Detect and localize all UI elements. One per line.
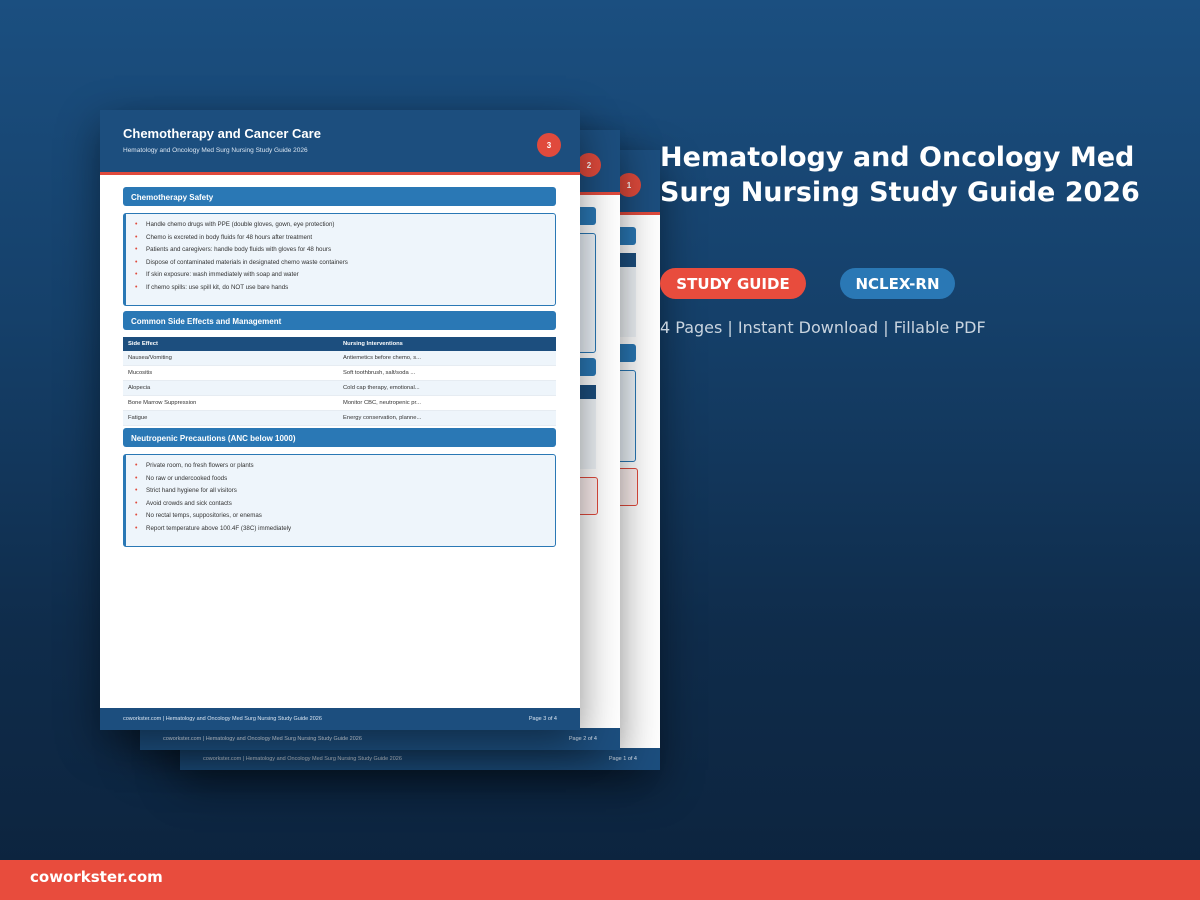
bullet-icon: • — [135, 524, 138, 532]
list-item: • Private room, no fresh flowers or plant… — [134, 460, 555, 473]
section-heading-side-effects: Common Side Effects and Management — [123, 311, 556, 330]
page-footer: coworkster.com | Hematology and Oncology… — [180, 748, 660, 770]
list-item: • Report temperature above 100.4F (38C) i… — [134, 523, 555, 536]
table-row: Fatigue Energy conservation, planne... — [123, 410, 556, 426]
table-row: Bone Marrow Suppression Monitor CBC, neu… — [123, 395, 556, 411]
page-number-badge: 1 — [617, 173, 641, 197]
table-row: Alopecia Cold cap therapy, emotional... — [123, 380, 556, 396]
page-preview-3: Chemotherapy and Cancer Care Hematology … — [100, 110, 580, 730]
page-title: Chemotherapy and Cancer Care — [123, 126, 321, 141]
table-cell: Energy conservation, planne... — [338, 410, 556, 426]
list-item: • Patients and caregivers: handle body fl… — [134, 244, 555, 257]
product-title: Hematology and Oncology Med Surg Nursing… — [660, 142, 1140, 208]
table-cell: Cold cap therapy, emotional... — [338, 380, 556, 396]
bullet-icon: • — [135, 246, 138, 253]
bullet-icon: • — [135, 487, 138, 494]
table-row: Mucositis Soft toothbrush, salt/soda ... — [123, 365, 556, 381]
bullet-icon: • — [135, 258, 138, 266]
list-item: • No raw or undercooked foods — [134, 473, 555, 486]
table-cell: Soft toothbrush, salt/soda ... — [338, 365, 556, 381]
table-cell: Monitor CBC, neutropenic pr... — [338, 395, 556, 411]
neutropenic-precautions-box: • Private room, no fresh flowers or plant… — [123, 454, 556, 547]
list-item: • If skin exposure: wash immediately with… — [134, 269, 555, 282]
footer-page-count: Page 3 of 4 — [528, 716, 557, 722]
section-heading-neutropenic: Neutropenic Precautions (ANC below 1000) — [123, 428, 556, 447]
bullet-icon: • — [135, 283, 138, 291]
tag-study-guide: STUDY GUIDE — [660, 268, 806, 299]
bullet-icon: • — [135, 233, 138, 241]
page-footer: coworkster.com | Hematology and Oncology… — [140, 728, 620, 750]
page-header: Chemotherapy and Cancer Care Hematology … — [100, 110, 580, 175]
side-effects-table: Side Effect Nursing Interventions Nausea… — [123, 337, 556, 426]
table-row: Nausea/Vomiting Antiemetics before chemo… — [123, 351, 556, 366]
page-subtitle: Hematology and Oncology Med Surg Nursing… — [123, 147, 308, 154]
bullet-icon: • — [135, 271, 138, 278]
footer-page-count: Page 2 of 4 — [568, 736, 597, 742]
brand-footer-bar: coworkster.com — [0, 860, 1200, 900]
table-cell: Fatigue — [123, 410, 338, 426]
list-item: • If chemo spills: use spill kit, do NOT … — [134, 282, 555, 295]
column-header: Nursing Interventions — [338, 337, 556, 351]
page-footer: coworkster.com | Hematology and Oncology… — [100, 708, 580, 730]
bullet-icon: • — [135, 462, 138, 469]
column-header: Side Effect — [123, 337, 338, 351]
chemo-safety-box: • Handle chemo drugs with PPE (double glo… — [123, 213, 556, 306]
footer-page-count: Page 1 of 4 — [608, 756, 637, 762]
bullet-icon: • — [135, 512, 138, 519]
list-item: • Avoid crowds and sick contacts — [134, 498, 555, 511]
tag-nclex-rn: NCLEX-RN — [840, 268, 955, 299]
table-cell: Bone Marrow Suppression — [123, 395, 338, 411]
table-cell: Alopecia — [123, 380, 338, 396]
table-cell: Nausea/Vomiting — [123, 351, 338, 366]
bullet-icon: • — [135, 474, 138, 482]
table-header-row: Side Effect Nursing Interventions — [123, 337, 556, 351]
footer-site-text: coworkster.com | Hematology and Oncology… — [203, 756, 402, 762]
product-meta: 4 Pages | Instant Download | Fillable PD… — [660, 318, 986, 337]
list-item: • No rectal temps, suppositories, or enem… — [134, 510, 555, 523]
bullet-icon: • — [135, 221, 138, 228]
table-cell: Mucositis — [123, 365, 338, 381]
footer-site-text: coworkster.com | Hematology and Oncology… — [123, 716, 322, 722]
list-item: • Chemo is excreted in body fluids for 48… — [134, 232, 555, 245]
page-number-badge: 3 — [537, 133, 561, 157]
site-link[interactable]: coworkster.com — [30, 868, 163, 886]
section-heading-chemo-safety: Chemotherapy Safety — [123, 187, 556, 206]
list-item: • Strict hand hygiene for all visitors — [134, 485, 555, 498]
bullet-icon: • — [135, 499, 138, 507]
footer-site-text: coworkster.com | Hematology and Oncology… — [163, 736, 362, 742]
table-cell: Antiemetics before chemo, s... — [338, 351, 556, 366]
page-number-badge: 2 — [577, 153, 601, 177]
list-item: • Dispose of contaminated materials in de… — [134, 257, 555, 270]
list-item: • Handle chemo drugs with PPE (double glo… — [134, 219, 555, 232]
